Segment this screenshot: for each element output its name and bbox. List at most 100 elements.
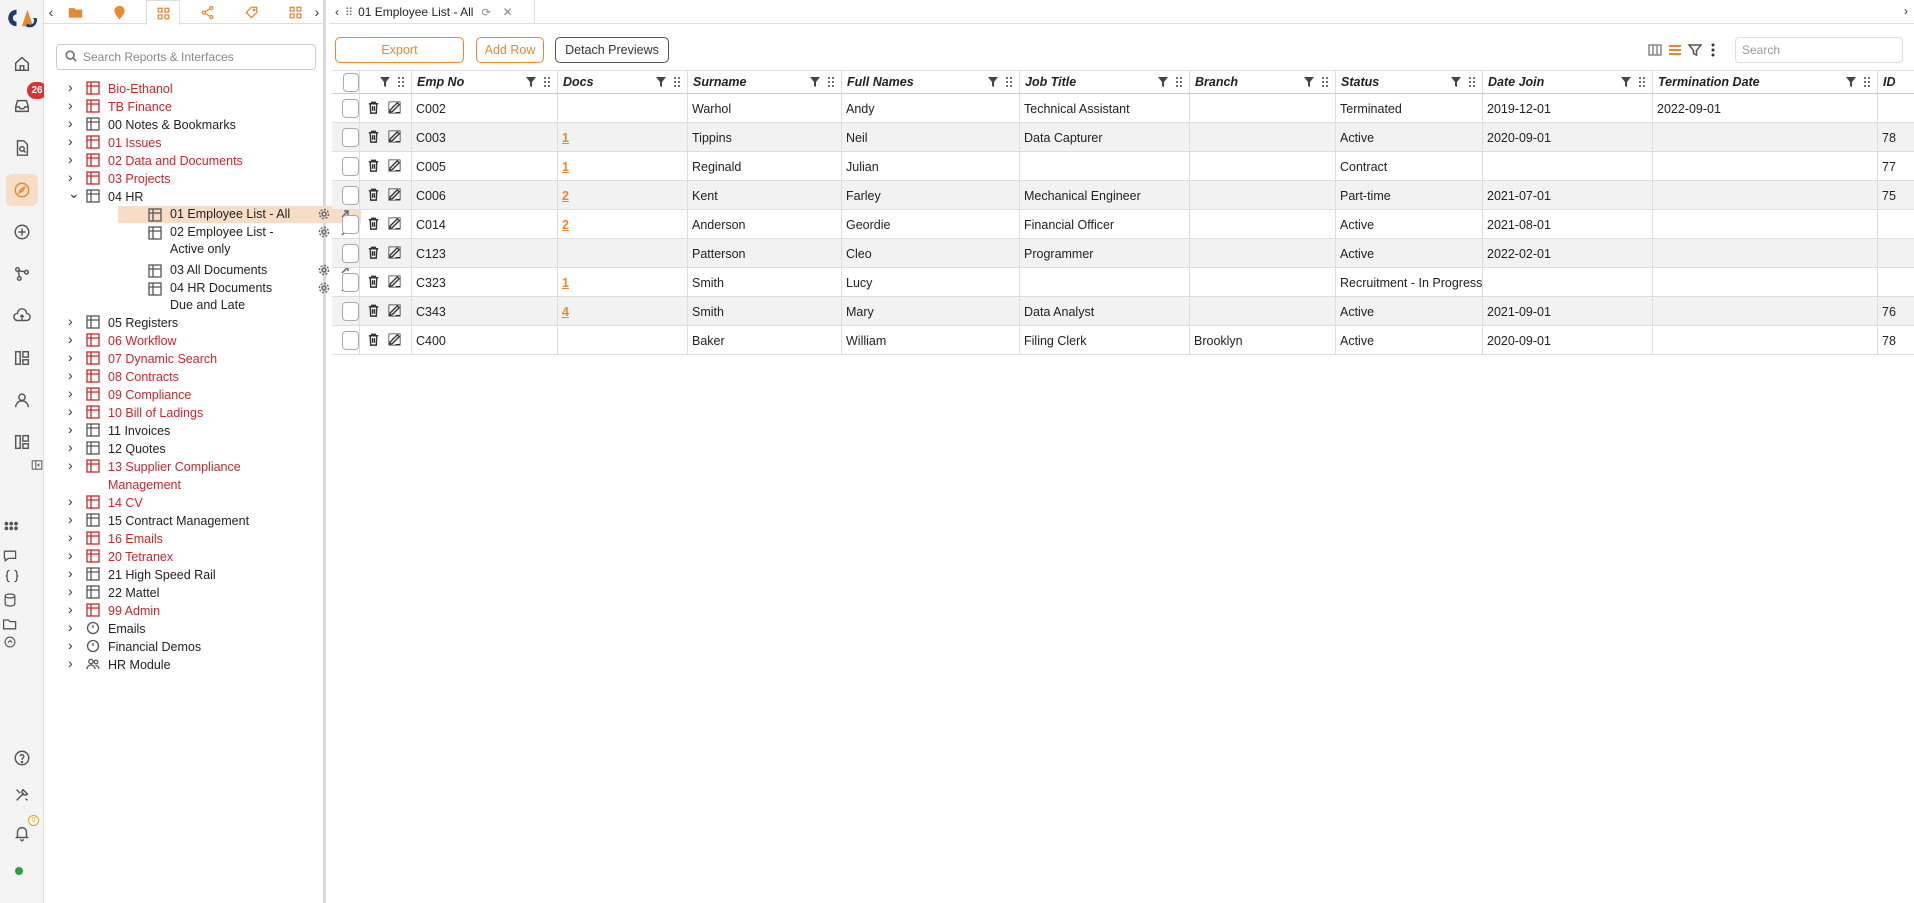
delete-icon[interactable] xyxy=(366,100,381,118)
chevron-right-icon[interactable]: › xyxy=(68,511,78,527)
column-header-job-title[interactable]: Job Title xyxy=(1020,70,1190,94)
table-row[interactable]: C400 Baker William Filing Clerk Brooklyn Acti… xyxy=(332,326,1914,355)
delete-icon[interactable] xyxy=(366,303,381,321)
nav-scroll-left-icon[interactable]: ‹ xyxy=(44,0,58,24)
sidebar-item-hr-report[interactable]: 03 All Documents xyxy=(118,262,361,280)
row-select-cell[interactable] xyxy=(332,152,360,181)
chevron-right-icon[interactable]: › xyxy=(68,439,78,455)
home-icon[interactable] xyxy=(6,48,38,80)
tag-icon[interactable] xyxy=(234,0,268,24)
drag-handle-icon[interactable] xyxy=(1467,76,1477,91)
drag-handle-icon[interactable] xyxy=(1320,76,1330,91)
modules-icon[interactable] xyxy=(6,426,38,458)
tools-icon[interactable] xyxy=(6,779,38,811)
tree-item[interactable]: › 09 Compliance xyxy=(68,385,318,404)
tree-item[interactable]: › 12 Quotes xyxy=(68,439,318,458)
column-header-date-join[interactable]: Date Join xyxy=(1483,70,1653,94)
drag-handle-icon[interactable] xyxy=(826,76,836,91)
drag-handle-icon[interactable] xyxy=(1174,76,1184,91)
chevron-right-icon[interactable]: › xyxy=(68,655,78,671)
filter-icon[interactable] xyxy=(988,76,998,91)
app-logo[interactable] xyxy=(4,2,40,34)
chevron-right-icon[interactable]: › xyxy=(68,583,78,599)
edit-icon[interactable] xyxy=(387,100,402,118)
drag-handle-icon[interactable] xyxy=(1637,76,1647,91)
sidebar-item-hr-report[interactable]: 01 Employee List - All xyxy=(118,206,361,223)
chevron-right-icon[interactable]: › xyxy=(68,529,78,545)
cell-docs[interactable]: 2 xyxy=(558,210,688,239)
drag-handle-icon[interactable] xyxy=(1862,76,1872,91)
chevron-right-icon[interactable]: › xyxy=(68,79,78,95)
table-row[interactable]: C002 Warhol Andy Technical Assistant Termina… xyxy=(332,94,1914,123)
row-checkbox[interactable] xyxy=(342,331,359,350)
tab-scroll-left-icon[interactable]: ‹ xyxy=(335,5,339,19)
tree-item[interactable]: ⌄ 04 HR xyxy=(68,185,318,206)
close-icon[interactable]: ✕ xyxy=(503,5,513,19)
filter-icon[interactable] xyxy=(526,76,536,91)
table-row[interactable]: C005 1 Reginald Julian Contract 77 xyxy=(332,152,1914,181)
edit-icon[interactable] xyxy=(387,274,402,292)
tree-item[interactable]: › TB Finance xyxy=(68,97,318,116)
actions-header[interactable] xyxy=(360,70,412,94)
share-nodes-icon[interactable] xyxy=(190,0,224,24)
chevron-right-icon[interactable]: › xyxy=(68,403,78,419)
row-checkbox[interactable] xyxy=(342,128,359,147)
tree-item[interactable]: › 01 Issues xyxy=(68,133,318,152)
tree-item[interactable]: › 00 Notes & Bookmarks xyxy=(68,115,318,134)
chevron-circle-icon[interactable] xyxy=(0,632,20,652)
cell-docs[interactable]: 1 xyxy=(558,152,688,181)
column-header-emp-no[interactable]: Emp No xyxy=(412,70,558,94)
filter-icon[interactable] xyxy=(1304,76,1314,91)
dashboard-icon[interactable] xyxy=(6,342,38,374)
chevron-right-icon[interactable]: › xyxy=(68,493,78,509)
tree-item[interactable]: › Financial Demos xyxy=(68,637,318,656)
edit-icon[interactable] xyxy=(387,245,402,263)
tab-scroll-right-icon[interactable]: › xyxy=(1904,4,1908,18)
table-row[interactable]: C323 1 Smith Lucy Recruitment - In Progress xyxy=(332,268,1914,297)
chevron-right-icon[interactable]: › xyxy=(68,421,78,437)
table-row[interactable]: C014 2 Anderson Geordie Financial Officer Act… xyxy=(332,210,1914,239)
comment-icon[interactable] xyxy=(0,546,20,566)
filter-icon[interactable] xyxy=(1621,76,1631,91)
edit-icon[interactable] xyxy=(387,332,402,350)
table-row[interactable]: C123 Patterson Cleo Programmer Active 2022-02… xyxy=(332,239,1914,268)
widgets-icon[interactable] xyxy=(278,0,312,24)
row-checkbox[interactable] xyxy=(342,273,359,292)
tree-item[interactable]: › 13 Supplier Compliance Management xyxy=(68,457,318,494)
report-search-input[interactable] xyxy=(83,50,303,64)
row-select-cell[interactable] xyxy=(332,181,360,210)
tree-item[interactable]: › 02 Data and Documents xyxy=(68,151,318,170)
compass-icon[interactable] xyxy=(6,174,38,206)
drag-handle-icon[interactable] xyxy=(1004,76,1014,91)
reports-grid-tab-icon[interactable] xyxy=(146,0,180,25)
delete-icon[interactable] xyxy=(366,332,381,350)
row-select-cell[interactable] xyxy=(332,94,360,123)
column-header-full-names[interactable]: Full Names xyxy=(842,70,1020,94)
chevron-right-icon[interactable]: › xyxy=(68,385,78,401)
folder-open-icon[interactable] xyxy=(0,614,20,634)
filter-icon[interactable] xyxy=(1687,42,1703,58)
chevron-right-icon[interactable]: › xyxy=(68,313,78,329)
row-select-cell[interactable] xyxy=(332,210,360,239)
delete-icon[interactable] xyxy=(366,187,381,205)
chevron-right-icon[interactable]: › xyxy=(68,565,78,581)
row-checkbox[interactable] xyxy=(342,157,359,176)
table-row[interactable]: C343 4 Smith Mary Data Analyst Active 2021-09-… xyxy=(332,297,1914,326)
table-row[interactable]: C003 1 Tippins Neil Data Capturer Active 2020-… xyxy=(332,123,1914,152)
column-header-docs[interactable]: Docs xyxy=(558,70,688,94)
table-row[interactable]: C006 2 Kent Farley Mechanical Engineer Part-t… xyxy=(332,181,1914,210)
tree-item[interactable]: › 15 Contract Management xyxy=(68,511,318,530)
tree-item[interactable]: › 03 Projects xyxy=(68,169,318,188)
grid-search-input[interactable] xyxy=(1735,37,1903,63)
tree-item[interactable]: › 16 Emails xyxy=(68,529,318,548)
tree-item[interactable]: › 20 Tetranex xyxy=(68,547,318,566)
filter-icon[interactable] xyxy=(1158,76,1168,91)
add-row-button[interactable]: Add Row xyxy=(476,37,544,63)
row-density-icon[interactable] xyxy=(1667,42,1683,58)
row-select-cell[interactable] xyxy=(332,123,360,152)
columns-icon[interactable] xyxy=(1647,42,1663,58)
user-icon[interactable] xyxy=(6,384,38,416)
tree-item[interactable]: › Bio-Ethanol xyxy=(68,79,318,98)
tree-item[interactable]: › 14 CV xyxy=(68,493,318,512)
chevron-right-icon[interactable]: › xyxy=(68,331,78,347)
